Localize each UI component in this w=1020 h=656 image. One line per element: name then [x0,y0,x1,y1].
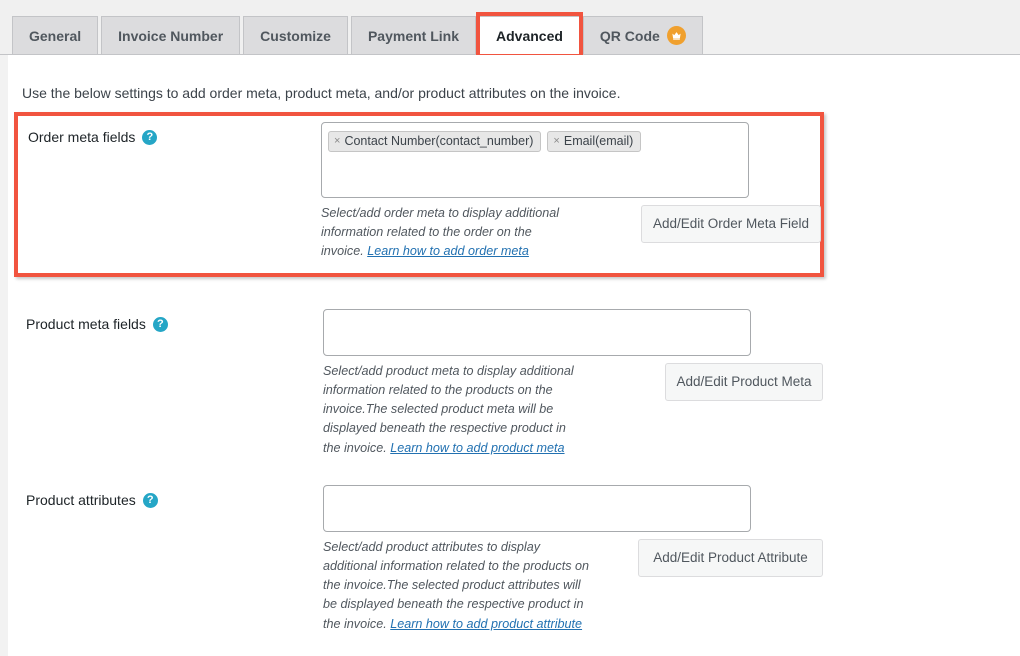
product-meta-description-wrap: Add/Edit Product Meta Select/add product… [323,362,823,458]
order-meta-select[interactable]: × Contact Number(contact_number) × Email… [321,122,749,198]
tab-advanced[interactable]: Advanced [476,12,583,58]
product-attributes-field-column: Add/Edit Product Attribute Select/add pr… [323,485,823,634]
panel-intro-text: Use the below settings to add order meta… [22,85,621,101]
product-attributes-description-wrap: Add/Edit Product Attribute Select/add pr… [323,538,823,634]
order-meta-description-wrap: Add/Edit Order Meta Field Select/add ord… [321,204,821,261]
product-attributes-select[interactable] [323,485,751,532]
tab-invoice-number[interactable]: Invoice Number [101,16,241,54]
label-text: Product meta fields [26,316,146,332]
learn-how-to-add-product-meta-link[interactable]: Learn how to add product meta [390,441,564,455]
token-label: Email(email) [563,134,634,149]
tab-label: General [29,27,82,44]
tab-qr-code[interactable]: QR Code [582,16,703,54]
product-attributes-description: Select/add product attributes to display… [323,538,593,634]
product-meta-field-column: Add/Edit Product Meta Select/add product… [323,309,823,458]
order-meta-fields-row: Order meta fields ? × Contact Number(con… [14,112,824,277]
learn-how-to-add-order-meta-link[interactable]: Learn how to add order meta [367,244,529,258]
product-meta-description: Select/add product meta to display addit… [323,362,585,458]
token-contact-number[interactable]: × Contact Number(contact_number) [328,131,542,152]
product-meta-fields-label: Product meta fields ? [26,315,306,335]
add-edit-product-attribute-button[interactable]: Add/Edit Product Attribute [638,539,823,577]
add-edit-product-meta-button[interactable]: Add/Edit Product Meta [665,363,823,401]
tab-customize[interactable]: Customize [243,16,348,54]
order-meta-description: Select/add order meta to display additio… [321,204,561,261]
product-attributes-row: Product attributes ? Add/Edit Product At… [14,483,824,643]
product-attributes-label: Product attributes ? [26,491,306,511]
label-text: Product attributes [26,492,136,508]
help-icon[interactable]: ? [152,317,168,333]
product-meta-select[interactable] [323,309,751,356]
tab-label: Payment Link [367,27,459,44]
tab-label: Invoice Number [118,27,224,44]
tab-label: Advanced [496,28,563,44]
remove-token-icon[interactable]: × [553,136,559,147]
order-meta-fields-label: Order meta fields ? [28,128,308,148]
product-attributes-button-wrap: Add/Edit Product Attribute [638,539,823,577]
tab-label: Customize [260,27,331,44]
crown-icon [666,26,686,45]
add-edit-order-meta-field-button[interactable]: Add/Edit Order Meta Field [641,205,821,243]
remove-token-icon[interactable]: × [334,136,340,147]
order-meta-button-wrap: Add/Edit Order Meta Field [641,205,821,243]
product-meta-fields-row: Product meta fields ? Add/Edit Product M… [14,307,824,467]
product-meta-button-wrap: Add/Edit Product Meta [665,363,823,401]
settings-screen: General Invoice Number Customize Payment… [0,0,1020,656]
token-email[interactable]: × Email(email) [547,131,642,152]
help-icon[interactable]: ? [142,130,158,146]
advanced-settings-panel: Use the below settings to add order meta… [0,55,1020,656]
label-text: Order meta fields [28,129,136,145]
settings-tab-bar: General Invoice Number Customize Payment… [0,0,1020,58]
tab-general[interactable]: General [12,16,99,54]
learn-how-to-add-product-attribute-link[interactable]: Learn how to add product attribute [390,617,582,631]
order-meta-field-column: × Contact Number(contact_number) × Email… [321,122,821,261]
help-icon[interactable]: ? [142,493,158,509]
tab-label: QR Code [599,27,660,44]
tab-payment-link[interactable]: Payment Link [350,16,476,54]
token-label: Contact Number(contact_number) [344,134,534,149]
